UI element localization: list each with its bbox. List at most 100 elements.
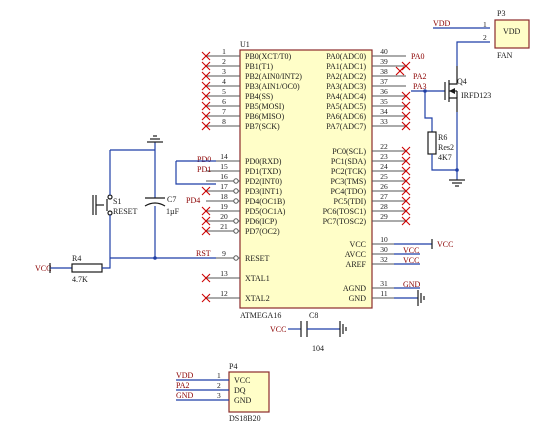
u1-atmega16[interactable]: U1 ATMEGA16 1 PB0(XCT/T0) 2 PB1(T1) 3 PB2(AIN… [201, 40, 411, 320]
c7-designator: C7 [167, 195, 176, 204]
net-label-vcc-avcc: VCC [403, 246, 419, 255]
u1-pin-name: GND [349, 294, 367, 303]
p3-name: FAN [497, 51, 513, 60]
u1-pin-name: PD4(OC1B) [245, 197, 285, 206]
u1-pin-number: 11 [380, 289, 387, 298]
u1-part-name: ATMEGA16 [240, 311, 281, 320]
u1-pin-name: PB3(AIN1/OC0) [245, 82, 300, 91]
u1-pin-name: PB6(MISO) [245, 112, 284, 121]
u1-pin-number: 29 [380, 212, 388, 221]
net-label-vdd-p4: VDD [176, 371, 194, 380]
u1-pin-number: 21 [220, 222, 228, 231]
u1-pin-name: PC5(TDI) [334, 197, 367, 206]
u1-pin-name: PC4(TDO) [330, 187, 366, 196]
u1-pin-number: 2 [222, 57, 226, 66]
u1-pin-number: 9 [222, 249, 226, 258]
p4-pin-name: GND [234, 396, 252, 405]
u1-pin-number: 38 [380, 67, 388, 76]
u1-pin-name: PD6(ICP) [245, 217, 277, 226]
p3-pin1-num: 1 [483, 20, 487, 29]
wire-pa3-r6 [411, 90, 433, 132]
u1-pin-number: 28 [380, 202, 388, 211]
s1-reset-switch[interactable] [92, 194, 113, 216]
u1-pin-name: PC6(TOSC1) [323, 207, 367, 216]
net-label-rst: RST [196, 249, 211, 258]
q4-part: IRFD123 [461, 91, 491, 100]
junction-gnd [455, 168, 459, 172]
u1-pin-number: 39 [380, 57, 388, 66]
p4-pin-name: DQ [234, 386, 246, 395]
u1-pin-number: 33 [380, 117, 388, 126]
net-label-vcc-pin10: VCC [437, 240, 453, 249]
u1-pin-name: PD2(INT0) [245, 177, 282, 186]
p4-pin-number: 3 [217, 391, 221, 400]
c8-designator: C8 [309, 311, 318, 320]
u1-pin-name: PD5(OC1A) [245, 207, 286, 216]
u1-pin-name: PA3(ADC3) [326, 82, 366, 91]
net-label-pd0: PD0 [197, 155, 211, 164]
net-label-vcc-r4: VCC [35, 264, 51, 273]
u1-pin-number: 35 [380, 97, 388, 106]
u1-pin-number: 7 [222, 107, 226, 116]
ground-symbol-c8 [339, 321, 347, 337]
wire-drain-p3 [456, 41, 490, 66]
u1-pin-name: PD7(OC2) [245, 227, 280, 236]
r6-resistor[interactable] [427, 131, 437, 155]
u1-pin-name: PA2(ADC2) [326, 72, 366, 81]
u1-pin-name: XTAL2 [245, 294, 270, 303]
u1-pin-number: 12 [220, 289, 228, 298]
p4-ds18b20[interactable]: P4 DS18B20 1 VCC 2 DQ 3 GND VDD PA2 GND [176, 362, 270, 423]
r4-designator: R4 [72, 254, 81, 263]
u1-pin-name: PB1(T1) [245, 62, 273, 71]
p4-part: DS18B20 [229, 414, 261, 423]
r6-designator: R6 [438, 133, 447, 142]
no-connect-marker [395, 66, 405, 76]
u1-pin-name: XTAL1 [245, 274, 270, 283]
p3-pin2-num: 2 [483, 33, 487, 42]
u1-pin-number: 6 [222, 97, 226, 106]
u1-pin-number: 24 [380, 162, 388, 171]
u1-pin-name: PC0(SCL) [332, 147, 366, 156]
q4-designator: Q4 [457, 77, 467, 86]
u1-pin-name: PA0(ADC0) [326, 52, 366, 61]
u1-pin-number: 32 [380, 255, 388, 264]
net-label-gnd-p4: GND [176, 391, 194, 400]
net-label-pa2-p4: PA2 [176, 381, 190, 390]
q4-mosfet[interactable] [444, 66, 458, 112]
u1-pin-name: RESET [245, 254, 270, 263]
r4-resistor[interactable] [71, 263, 103, 273]
u1-pin-number: 16 [220, 172, 228, 181]
net-label-vdd-p3: VDD [433, 19, 451, 28]
u1-pin-name: VCC [350, 240, 366, 249]
r4-value: 4.7K [72, 275, 88, 284]
s1-name: RESET [113, 207, 138, 216]
p4-pin-name: VCC [234, 376, 250, 385]
u1-pin-name: PC7(TOSC2) [323, 217, 367, 226]
u1-pin-number: 19 [220, 202, 228, 211]
c7-value: 1µF [166, 207, 180, 216]
r6-value: 4K7 [438, 153, 452, 162]
net-label-pd1: PD1 [197, 165, 211, 174]
schematic-canvas: U1 ATMEGA16 1 PB0(XCT/T0) 2 PB1(T1) 3 PB2(AIN… [0, 0, 548, 423]
u1-pin-name: AGND [343, 284, 366, 293]
u1-pin-name: PC2(TCK) [331, 167, 366, 176]
u1-pin-1[interactable]: 1 PB0(XCT/T0) [201, 47, 292, 61]
power-connections: VCC VCC VCC GND [394, 239, 453, 306]
u1-pin-number: 15 [220, 162, 228, 171]
p4-pin-number: 2 [217, 381, 221, 390]
c8-capacitor[interactable] [300, 321, 308, 337]
u1-pin-number: 13 [220, 269, 228, 278]
u1-pin-name: PB5(MOSI) [245, 102, 284, 111]
u1-pin-name: PA4(ADC4) [326, 92, 366, 101]
ground-symbol-u1 [417, 290, 425, 306]
ground-symbol-reset [147, 135, 163, 143]
u1-pin-name: PB0(XCT/T0) [245, 52, 292, 61]
u1-pin-number: 20 [220, 212, 228, 221]
u1-pin-name: PD0(RXD) [245, 157, 282, 166]
reset-circuit: PD0 PD1 PD4 S1 RESET C7 1µF RST VCC R4 4… [35, 135, 216, 284]
c7-capacitor[interactable] [144, 197, 166, 207]
p3-designator: P3 [497, 9, 505, 18]
net-label-pa0: PA0 [411, 52, 425, 61]
u1-pin-number: 5 [222, 87, 226, 96]
u1-pin-number: 34 [380, 107, 388, 116]
